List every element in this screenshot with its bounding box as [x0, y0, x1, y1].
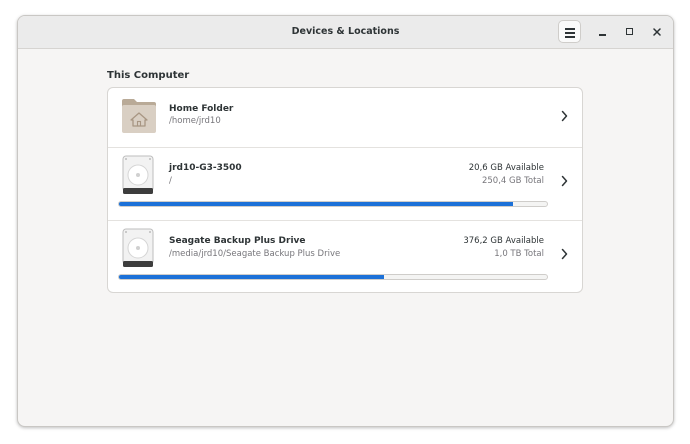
- location-path: /media/jrd10/Seagate Backup Plus Drive: [169, 249, 341, 259]
- maximize-button[interactable]: [622, 24, 638, 40]
- location-path: /: [169, 176, 172, 186]
- location-row-seagate-drive[interactable]: Seagate Backup Plus Drive /media/jrd10/S…: [108, 220, 582, 292]
- close-button[interactable]: [649, 24, 665, 40]
- location-name: jrd10-G3-3500: [169, 163, 242, 173]
- chevron-right-icon: [561, 110, 568, 122]
- usage-bar-fill: [119, 275, 385, 279]
- devices-locations-window: Devices & Locations This Computer Home F…: [17, 15, 674, 427]
- chevron-right-icon: [561, 175, 568, 187]
- available-space: 376,2 GB Available: [463, 236, 544, 246]
- header-bar: Devices & Locations: [18, 16, 673, 49]
- location-path: /home/jrd10: [169, 116, 221, 126]
- location-name: Seagate Backup Plus Drive: [169, 236, 306, 246]
- available-space: 20,6 GB Available: [468, 163, 544, 173]
- usage-bar: [118, 201, 548, 207]
- hard-drive-icon: [122, 228, 154, 267]
- location-row-home[interactable]: Home Folder /home/jrd10: [108, 88, 582, 147]
- usage-bar: [118, 274, 548, 280]
- chevron-right-icon: [561, 248, 568, 260]
- section-title: This Computer: [107, 70, 190, 81]
- total-space: 250,4 GB Total: [481, 176, 544, 186]
- hard-drive-icon: [122, 155, 154, 194]
- total-space: 1,0 TB Total: [494, 249, 544, 259]
- locations-list: Home Folder /home/jrd10 jrd10-G3-3500 / …: [107, 87, 583, 293]
- main-menu-button[interactable]: [558, 20, 581, 43]
- close-icon: [653, 28, 661, 36]
- maximize-icon: [626, 28, 633, 35]
- location-row-system-disk[interactable]: jrd10-G3-3500 / 20,6 GB Available 250,4 …: [108, 147, 582, 221]
- minimize-icon: [599, 34, 606, 36]
- home-folder-icon: [122, 99, 156, 133]
- minimize-button[interactable]: [595, 24, 611, 40]
- usage-bar-fill: [119, 202, 513, 206]
- location-name: Home Folder: [169, 104, 234, 114]
